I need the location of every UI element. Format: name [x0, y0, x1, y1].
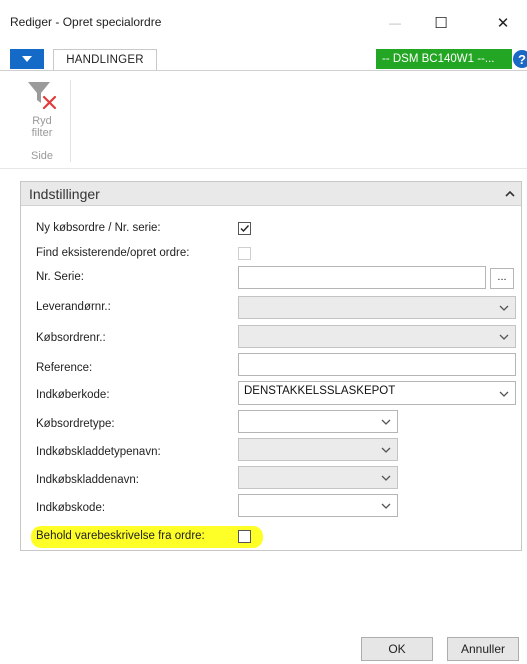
minimize-button[interactable]: — — [372, 6, 418, 40]
clear-filter-label-line1: Ryd — [32, 115, 52, 127]
panel-title: Indstillinger — [29, 186, 100, 202]
chevron-down-icon — [499, 334, 509, 340]
field-label-behold-varebeskrivelse: Behold varebeskrivelse fra ordre: — [36, 530, 205, 542]
chevron-down-icon — [499, 391, 509, 397]
clear-filter-label-line2: filter — [31, 127, 53, 139]
app-menu-button[interactable] — [10, 49, 44, 69]
find-eksisterende-checkbox[interactable] — [238, 247, 251, 260]
clear-filter-icon — [28, 82, 57, 110]
field-label-leverandornr: Leverandørnr.: — [36, 301, 111, 313]
field-label-find-eksisterende: Find eksisterende/opret ordre: — [36, 247, 190, 259]
cancel-button[interactable]: Annuller — [447, 637, 519, 661]
ok-button[interactable]: OK — [361, 637, 433, 661]
field-label-indkobskode: Indkøbskode: — [36, 502, 106, 514]
field-label-indkobskladdetypenavn: Indkøbskladdetypenavn: — [36, 446, 161, 458]
ribbon-group-label: Side — [30, 150, 54, 162]
nr-serie-lookup-button[interactable]: ... — [490, 268, 514, 289]
chevron-up-icon[interactable] — [505, 190, 515, 198]
nr-serie-input[interactable] — [238, 266, 486, 289]
help-icon[interactable]: ? — [513, 50, 527, 68]
chevron-down-icon — [499, 305, 509, 311]
checkmark-icon — [240, 225, 250, 233]
close-button[interactable]: ✕ — [480, 6, 526, 40]
maximize-button[interactable]: ☐ — [418, 6, 464, 40]
ribbon-bottom-border — [0, 168, 527, 169]
leverandornr-dropdown[interactable] — [238, 296, 516, 319]
field-label-kobsordrenr: Købsordrenr.: — [36, 332, 106, 344]
field-label-ny-kobsordre: Ny købsordre / Nr. serie: — [36, 222, 161, 234]
chevron-down-icon — [381, 419, 391, 425]
indkobskode-dropdown[interactable] — [238, 494, 398, 517]
reference-input[interactable] — [238, 353, 516, 376]
field-label-nr-serie: Nr. Serie: — [36, 271, 84, 283]
menu-dropdown-icon — [22, 56, 32, 62]
field-label-reference: Reference: — [36, 362, 93, 374]
kobsordrenr-dropdown[interactable] — [238, 325, 516, 348]
tab-handlinger[interactable]: HANDLINGER — [53, 49, 157, 70]
ribbon-group-separator — [70, 80, 71, 162]
panel-header[interactable]: Indstillinger — [21, 182, 521, 206]
ribbon-divider — [0, 70, 527, 71]
window-title: Rediger - Opret specialordre — [10, 15, 162, 29]
chevron-down-icon — [381, 447, 391, 453]
title-bar: Rediger - Opret specialordre — ☐ ✕ — [0, 0, 527, 44]
field-label-kobsordretype: Købsordretype: — [36, 418, 115, 430]
company-badge[interactable]: -- DSM BC140W1 --... — [376, 49, 512, 69]
indkoberkode-value: DENSTAKKELSSLASKEPOT — [244, 385, 396, 397]
kobsordretype-dropdown[interactable] — [238, 410, 398, 433]
chevron-down-icon — [381, 503, 391, 509]
field-label-indkoberkode: Indkøberkode: — [36, 389, 110, 401]
behold-varebeskrivelse-checkbox[interactable] — [238, 530, 251, 543]
indkobskladdetypenavn-dropdown[interactable] — [238, 438, 398, 461]
clear-filter-button[interactable]: Ryd filter — [22, 78, 62, 148]
indkobskladdenavn-dropdown[interactable] — [238, 466, 398, 489]
chevron-down-icon — [381, 475, 391, 481]
indkoberkode-dropdown[interactable]: DENSTAKKELSSLASKEPOT — [238, 381, 516, 405]
field-label-indkobskladdenavn: Indkøbskladdenavn: — [36, 474, 139, 486]
ny-kobsordre-checkbox[interactable] — [238, 222, 251, 235]
